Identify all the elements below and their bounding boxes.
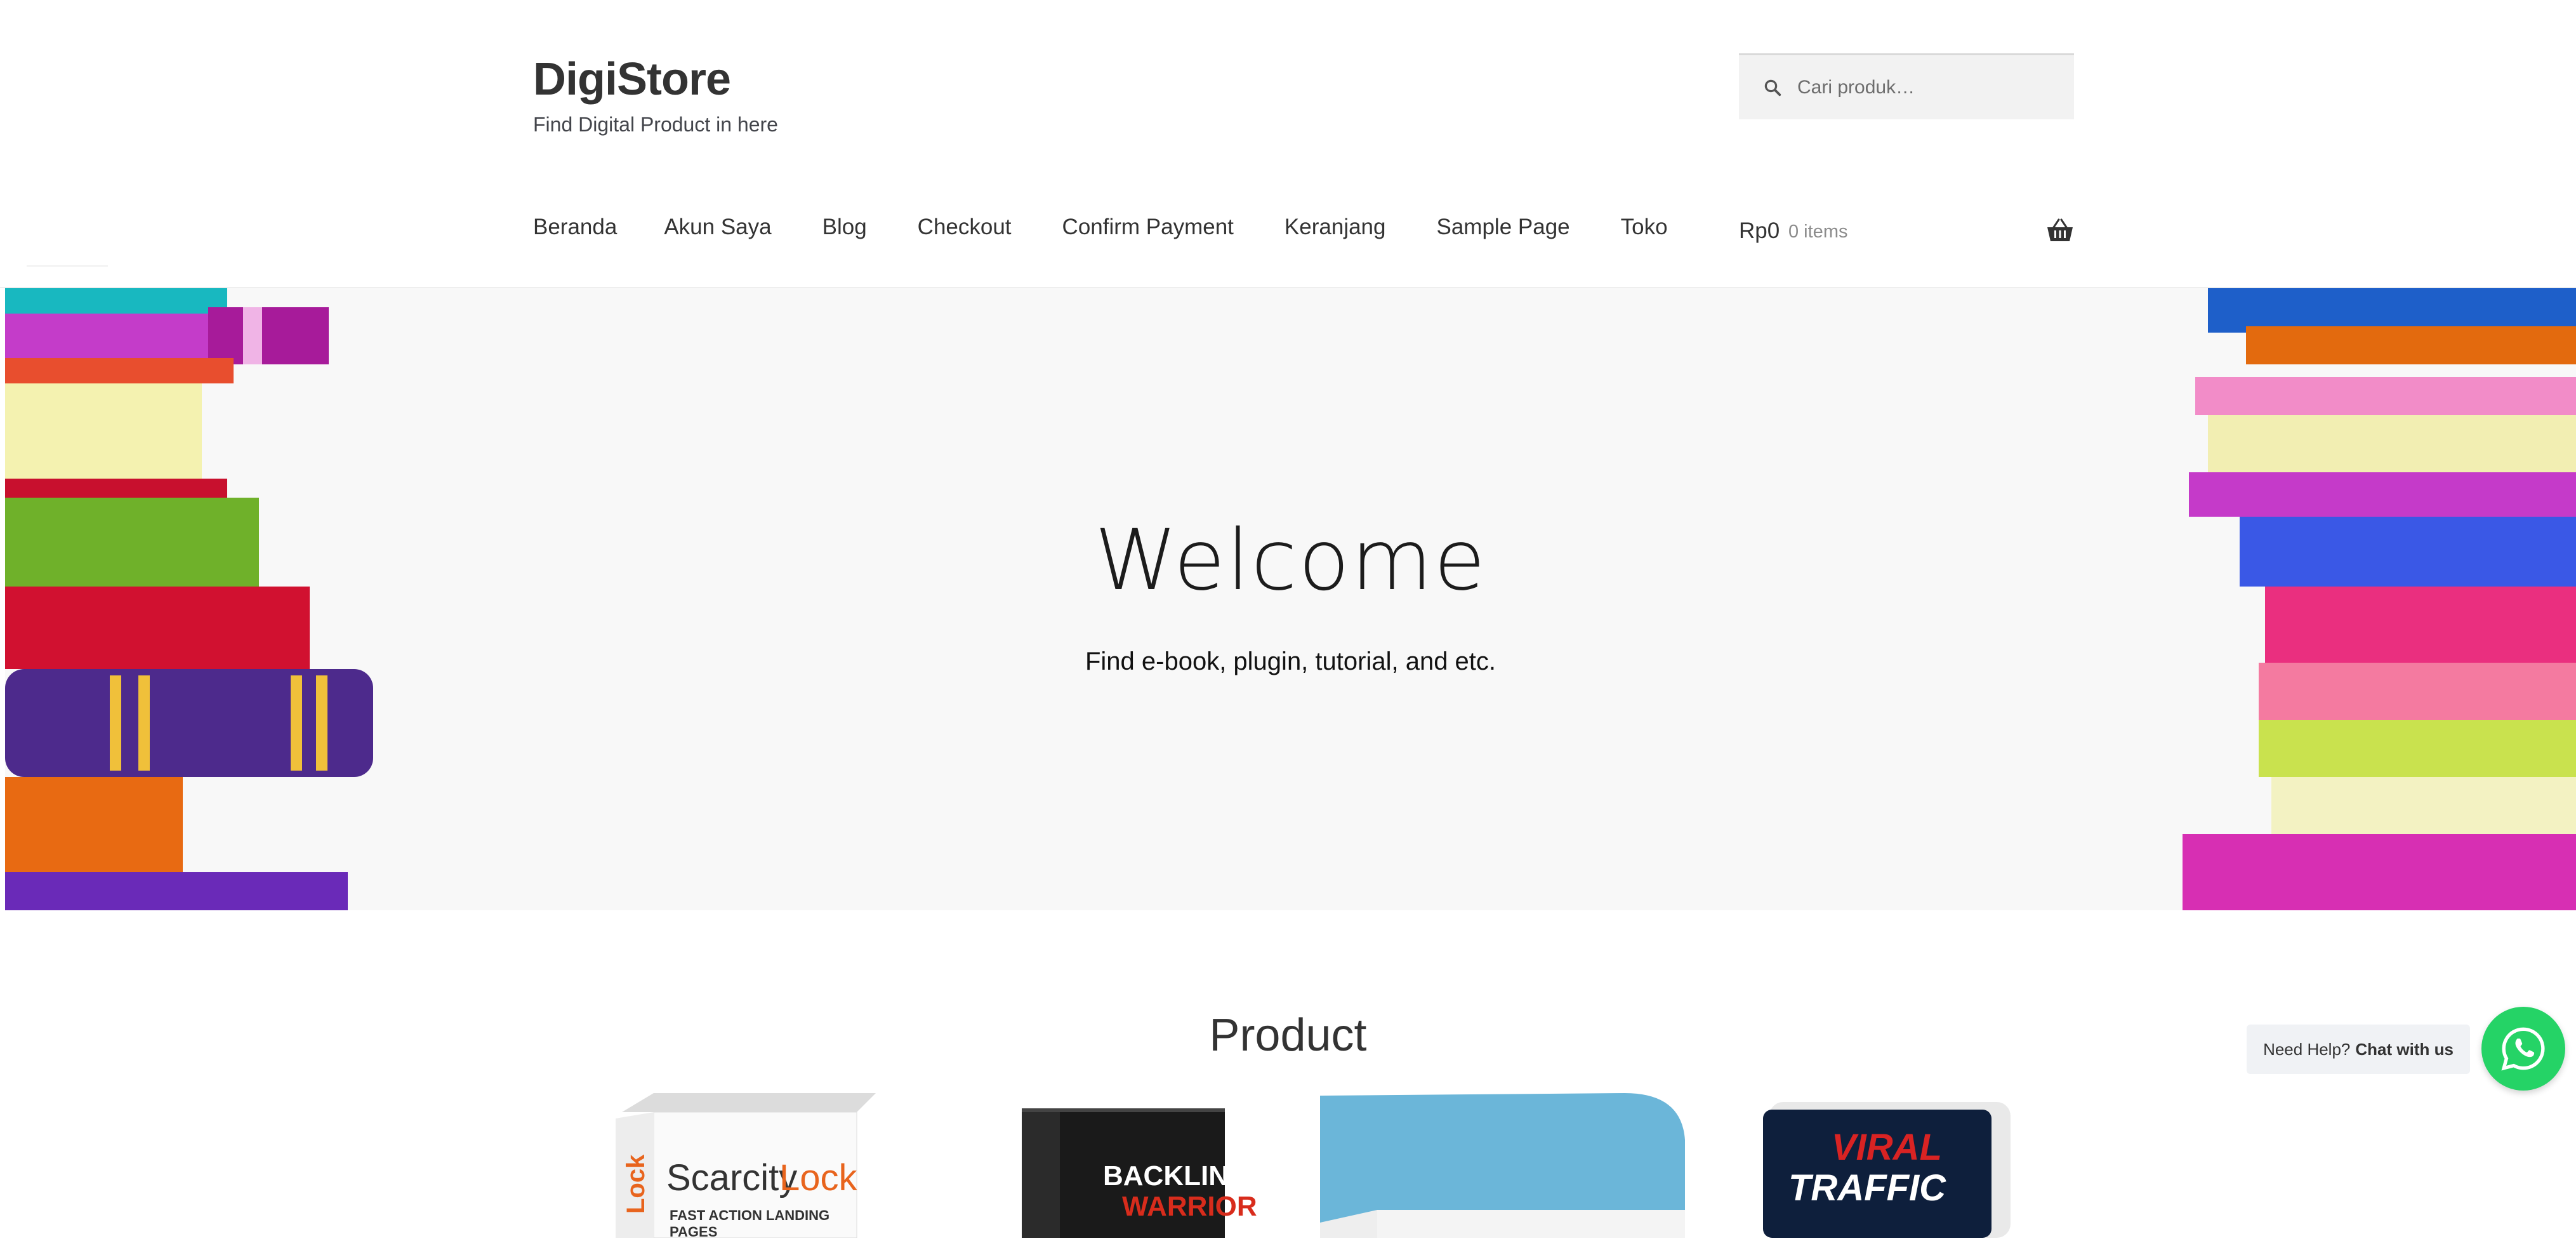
search-input[interactable] bbox=[1796, 76, 2052, 99]
site-tagline: Find Digital Product in here bbox=[533, 113, 778, 136]
nav-item-blog[interactable]: Blog bbox=[822, 215, 867, 240]
nav-item-beranda[interactable]: Beranda bbox=[533, 215, 617, 240]
basket-icon[interactable] bbox=[2046, 218, 2074, 242]
help-text-bold: Chat with us bbox=[2355, 1039, 2454, 1059]
search-form bbox=[1739, 53, 2074, 119]
product-card-scarcitylock[interactable]: Lock Scarcity Lock FAST ACTION LANDING P… bbox=[603, 1093, 876, 1241]
search-icon bbox=[1764, 79, 1781, 96]
nav-item-sample-page[interactable]: Sample Page bbox=[1437, 215, 1570, 240]
cart-total[interactable]: Rp0 bbox=[1739, 218, 1780, 244]
product-subtitle: FAST ACTION LANDING PAGES bbox=[670, 1207, 830, 1240]
product-card-blue-box[interactable] bbox=[1320, 1089, 1688, 1241]
product-title-main: VIRAL bbox=[1832, 1127, 1942, 1168]
nav-item-checkout[interactable]: Checkout bbox=[918, 215, 1012, 240]
hero-title: Welcome bbox=[1094, 512, 1487, 609]
product-image[interactable] bbox=[1320, 1089, 1688, 1238]
product-title-main: BACKLINKS bbox=[1103, 1160, 1268, 1191]
whatsapp-chat-button[interactable] bbox=[2481, 1007, 2565, 1091]
product-title-accent: Lock bbox=[779, 1157, 857, 1198]
product-card-backlinks-warrior[interactable]: BACKLINKS WARRIOR bbox=[1015, 1108, 1267, 1241]
site-title[interactable]: DigiStore bbox=[533, 53, 731, 105]
whatsapp-icon bbox=[2501, 1027, 2545, 1071]
help-text: Need Help? bbox=[2263, 1039, 2351, 1059]
product-title-accent: TRAFFIC bbox=[1788, 1167, 1946, 1209]
cart-count[interactable]: 0 items bbox=[1788, 222, 1847, 242]
divider bbox=[27, 265, 108, 267]
nav-item-confirm-payment[interactable]: Confirm Payment bbox=[1062, 215, 1234, 240]
nav-item-toko[interactable]: Toko bbox=[1621, 215, 1668, 240]
hero-subtitle: Find e-book, plugin, tutorial, and etc. bbox=[1085, 647, 1496, 675]
product-title-main: Scarcity bbox=[666, 1157, 798, 1198]
whatsapp-help-bubble[interactable]: Need Help? Chat with us bbox=[2247, 1025, 2470, 1074]
product-card-viral-traffic[interactable]: VIRAL TRAFFIC bbox=[1763, 1102, 2017, 1241]
product-section-title: Product bbox=[1209, 1010, 1367, 1061]
primary-navigation: Beranda Akun Saya Blog Checkout Confirm … bbox=[533, 215, 1668, 240]
hero-banner: Welcome Find e-book, plugin, tutorial, a… bbox=[5, 288, 2576, 910]
nav-item-akun-saya[interactable]: Akun Saya bbox=[664, 215, 771, 240]
product-spine-text: Lock bbox=[622, 1154, 650, 1214]
nav-item-keranjang[interactable]: Keranjang bbox=[1285, 215, 1386, 240]
product-title-accent: WARRIOR bbox=[1122, 1191, 1257, 1222]
